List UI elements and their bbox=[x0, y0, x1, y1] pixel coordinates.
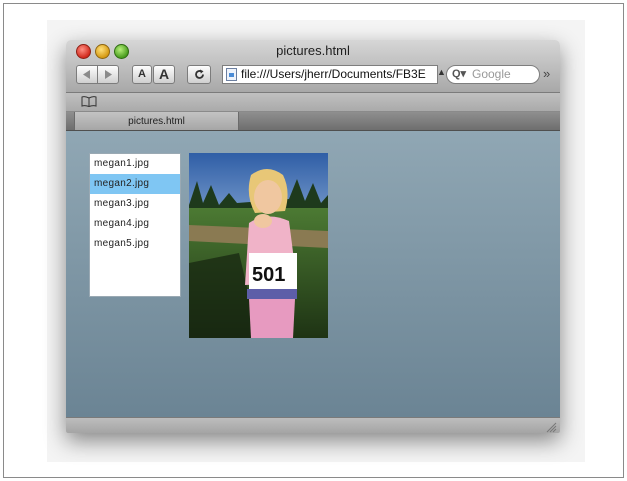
status-bar bbox=[66, 417, 560, 433]
back-button[interactable] bbox=[76, 65, 98, 84]
list-item[interactable]: megan3.jpg bbox=[90, 194, 180, 214]
window-title: pictures.html bbox=[276, 43, 350, 58]
back-arrow-icon bbox=[83, 70, 90, 79]
url-dropdown-icon[interactable]: ▲ bbox=[437, 67, 446, 77]
tab-pictures[interactable]: pictures.html bbox=[74, 112, 239, 130]
page-icon bbox=[226, 68, 237, 81]
reload-button[interactable] bbox=[187, 65, 211, 84]
toolbar-overflow-chevron-icon[interactable]: » bbox=[543, 66, 550, 81]
photo-illustration: 501 bbox=[189, 153, 328, 338]
address-bar[interactable]: file:///Users/jherr/Documents/FB3E bbox=[222, 65, 438, 84]
resize-grip-icon[interactable] bbox=[546, 422, 557, 433]
bookmarks-bar bbox=[66, 93, 560, 112]
bib-number: 501 bbox=[252, 264, 285, 286]
list-item[interactable]: megan5.jpg bbox=[90, 234, 180, 254]
forward-arrow-icon bbox=[105, 70, 112, 79]
page-content: megan1.jpg megan2.jpg megan3.jpg megan4.… bbox=[66, 131, 560, 417]
photo-megan: 501 bbox=[189, 153, 328, 338]
forward-button[interactable] bbox=[97, 65, 119, 84]
search-field[interactable]: Q▾ Google bbox=[446, 65, 540, 84]
titlebar: pictures.html A A file:///Users/jherr/Do… bbox=[66, 40, 560, 93]
browser-window: pictures.html A A file:///Users/jherr/Do… bbox=[66, 40, 560, 433]
list-item[interactable]: megan4.jpg bbox=[90, 214, 180, 234]
reload-icon bbox=[194, 69, 204, 79]
list-item[interactable]: megan1.jpg bbox=[90, 154, 180, 174]
decrease-text-size-button[interactable]: A bbox=[132, 65, 152, 84]
tab-bar: pictures.html bbox=[66, 112, 560, 131]
search-icon: Q▾ bbox=[452, 68, 467, 80]
list-item-selected[interactable]: megan2.jpg bbox=[90, 174, 180, 194]
bookmarks-book-icon[interactable] bbox=[81, 96, 97, 107]
file-list[interactable]: megan1.jpg megan2.jpg megan3.jpg megan4.… bbox=[89, 153, 181, 297]
url-text: file:///Users/jherr/Documents/FB3E bbox=[241, 67, 426, 81]
increase-text-size-button[interactable]: A bbox=[153, 65, 175, 84]
search-placeholder: Google bbox=[472, 67, 511, 81]
